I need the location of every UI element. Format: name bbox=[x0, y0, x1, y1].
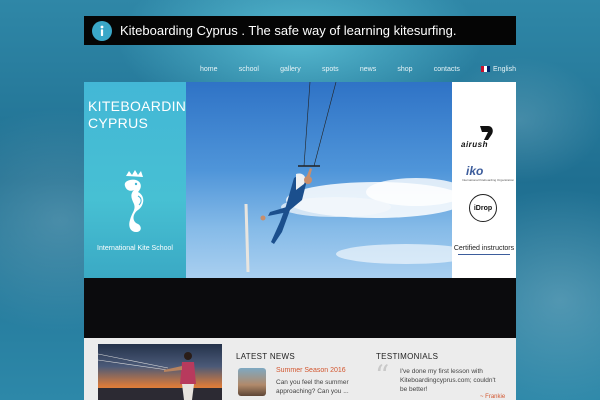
nav-gallery[interactable]: gallery bbox=[280, 66, 301, 73]
testimonial-text: I've done my first lesson with Kiteboard… bbox=[400, 368, 496, 393]
school-label: International Kite School bbox=[97, 245, 173, 252]
info-icon[interactable] bbox=[92, 20, 112, 41]
iko-logo[interactable]: iko bbox=[466, 164, 483, 178]
slider-band bbox=[84, 278, 516, 338]
news-excerpt: Can you feel the summer approaching? Can… bbox=[276, 379, 349, 395]
hero-banner: KITEBOARDING CYPRUS International Kite S… bbox=[84, 82, 516, 278]
testimonial-author: ~ Frankie bbox=[480, 394, 506, 400]
airush-logo-text[interactable]: airush bbox=[461, 140, 488, 149]
nav-school[interactable]: school bbox=[239, 66, 259, 73]
nav-news[interactable]: news bbox=[360, 66, 376, 73]
quote-icon: “ bbox=[375, 359, 390, 392]
certified-instructors-label[interactable]: Certified instructors bbox=[452, 245, 516, 252]
nav-spots[interactable]: spots bbox=[322, 66, 339, 73]
news-headline-link[interactable]: Summer Season 2016 bbox=[276, 367, 346, 374]
uk-flag-icon bbox=[481, 66, 491, 72]
language-switcher[interactable]: English bbox=[481, 66, 516, 73]
nav-home[interactable]: home bbox=[200, 66, 218, 73]
news-thumbnail[interactable] bbox=[238, 368, 266, 396]
sponsors-panel: airush iko International Kiteboarding Or… bbox=[452, 82, 516, 278]
site-title[interactable]: Kiteboarding Cyprus . The safe way of le… bbox=[120, 23, 457, 38]
iko-subtitle: International Kiteboarding Organization bbox=[462, 178, 515, 182]
main-nav: home school gallery spots news shop cont… bbox=[200, 60, 516, 78]
certified-underline bbox=[458, 254, 510, 255]
news-featured-photo[interactable] bbox=[98, 344, 222, 400]
seahorse-logo-icon bbox=[124, 170, 144, 232]
nav-shop[interactable]: shop bbox=[397, 66, 412, 73]
hero-brand-text: KITEBOARDING CYPRUS bbox=[88, 98, 198, 131]
content-section: LATEST NEWS Summer Season 2016 Can you f… bbox=[84, 338, 516, 400]
idrop-logo[interactable]: iDrop bbox=[469, 194, 497, 222]
site-header: Kiteboarding Cyprus . The safe way of le… bbox=[84, 16, 516, 45]
language-label: English bbox=[493, 65, 516, 73]
airush-logo-icon bbox=[480, 126, 493, 140]
latest-news-title: LATEST NEWS bbox=[236, 352, 296, 361]
nav-contacts[interactable]: contacts bbox=[434, 66, 460, 73]
hero-kitesurfer-photo bbox=[186, 82, 452, 278]
hero-brand-panel: KITEBOARDING CYPRUS International Kite S… bbox=[84, 82, 197, 278]
